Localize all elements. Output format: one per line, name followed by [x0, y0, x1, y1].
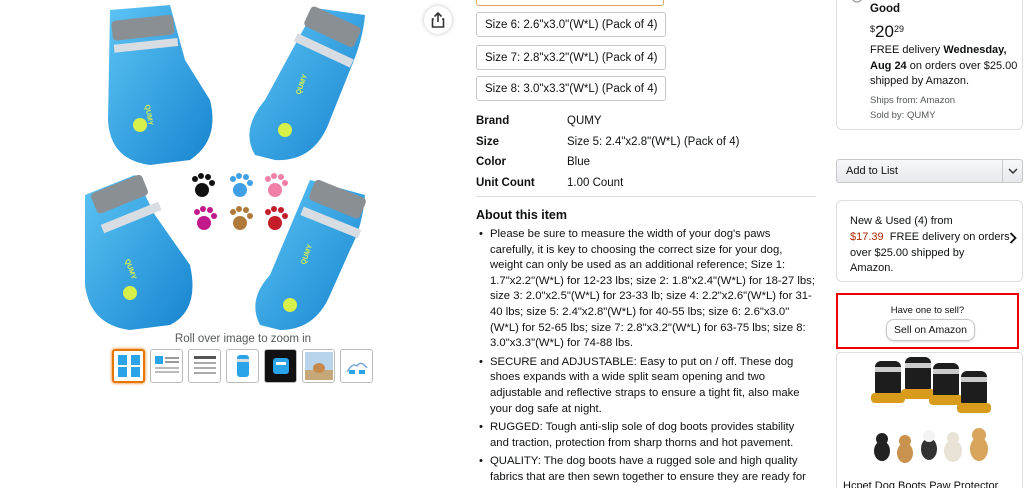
section-divider — [476, 196, 816, 197]
attr-value: Blue — [567, 156, 591, 169]
about-title: About this item — [476, 208, 567, 222]
attr-value: Size 5: 2.4"x2.8"(W*L) (Pack of 4) — [567, 135, 740, 148]
boots-thumb-icon — [117, 355, 140, 377]
attr-key: Size — [476, 135, 500, 148]
chevron-right-icon[interactable] — [1009, 232, 1017, 244]
share-button[interactable] — [424, 6, 452, 34]
used-prefix: New & Used (4) from — [850, 215, 953, 227]
offer-condition: Good — [870, 3, 901, 15]
sole-thumb-icon — [272, 358, 289, 374]
add-to-list-label: Add to List — [846, 165, 898, 177]
price-currency: $ — [870, 24, 876, 34]
thumbnail-3[interactable] — [188, 349, 221, 383]
boot-top-right: QUMY — [249, 6, 365, 161]
ships-info: Ships from: Amazon Sold by: QUMY — [870, 93, 955, 123]
thumbnail-strip — [112, 349, 373, 383]
attr-row-color: Color Blue — [476, 152, 739, 173]
dog-silhouettes — [874, 428, 988, 463]
attr-row-size: Size Size 5: 2.4"x2.8"(W*L) (Pack of 4) — [476, 132, 739, 153]
thumbnail-7[interactable] — [340, 349, 373, 383]
thumbnail-4[interactable] — [226, 349, 259, 383]
chevron-down-icon — [1007, 167, 1018, 174]
thumbnail-5[interactable] — [264, 349, 297, 383]
image-gallery: QUMY QUMY QUMY QUMY Roll over image to z… — [0, 0, 460, 488]
offer-price: $2029 — [870, 22, 904, 42]
sponsored-ad[interactable] — [836, 352, 1023, 488]
about-bullet: QUALITY: The dog boots have a rugged sol… — [476, 454, 816, 488]
dog-boots-illustration: QUMY QUMY QUMY QUMY — [85, 5, 366, 330]
about-bullet: SECURE and ADJUSTABLE: Easy to put on / … — [476, 355, 816, 417]
used-price: $17.39 — [850, 230, 884, 243]
about-bullet: RUGGED: Tough anti-slip sole of dog boot… — [476, 420, 816, 451]
delivery-info: FREE delivery Wednesday, Aug 24 on order… — [870, 43, 1020, 90]
attr-row-unit-count: Unit Count 1.00 Count — [476, 173, 739, 194]
boot-bottom-left: QUMY — [85, 174, 193, 330]
outline-thumb-icon — [345, 362, 368, 374]
sold-by: Sold by: QUMY — [870, 110, 936, 121]
boot-detail-thumb-icon — [236, 355, 249, 377]
new-used-offers-text[interactable]: New & Used (4) from $17.39 FREE delivery… — [850, 214, 1010, 277]
zoom-hint: Roll over image to zoom in — [174, 333, 312, 345]
price-whole: 20 — [875, 22, 894, 41]
thumbnail-2[interactable] — [150, 349, 183, 383]
ships-from: Ships from: Amazon — [870, 95, 956, 106]
add-to-list-dropdown[interactable] — [1002, 160, 1022, 182]
table-thumb-icon — [193, 356, 216, 374]
size-option-6[interactable]: Size 6: 2.6"x3.0"(W*L) (Pack of 4) — [476, 12, 667, 37]
sell-question: Have one to sell? — [890, 305, 965, 316]
attr-key: Color — [476, 156, 507, 169]
size-chart-thumb-icon — [154, 356, 179, 373]
share-icon — [431, 12, 445, 28]
paw-prints — [192, 173, 288, 230]
delivery-prefix: FREE delivery — [870, 44, 944, 56]
thumbnail-6[interactable] — [302, 349, 335, 383]
sell-on-amazon-button[interactable]: Sell on Amazon — [886, 319, 975, 341]
size-option-8[interactable]: Size 8: 3.0"x3.3"(W*L) (Pack of 4) — [476, 76, 667, 101]
main-product-image[interactable]: QUMY QUMY QUMY QUMY — [70, 0, 380, 332]
attr-row-brand: Brand QUMY — [476, 111, 739, 132]
add-to-list-button[interactable]: Add to List — [836, 159, 1023, 183]
attr-value: 1.00 Count — [567, 176, 624, 189]
attr-key: Unit Count — [476, 176, 535, 189]
attr-value: QUMY — [567, 115, 602, 128]
radio-button-icon[interactable] — [851, 0, 863, 4]
dog-photo-thumb-icon — [304, 352, 333, 380]
product-attributes: Brand QUMY Size Size 5: 2.4"x2.8"(W*L) (… — [476, 111, 739, 193]
boot-top-left: QUMY — [108, 5, 213, 165]
thumbnail-1[interactable] — [112, 349, 145, 383]
size-option-7[interactable]: Size 7: 2.8"x3.2"(W*L) (Pack of 4) — [476, 45, 667, 70]
attr-key: Brand — [476, 115, 510, 128]
price-fraction: 29 — [893, 24, 904, 34]
ad-product-image — [871, 357, 991, 463]
boot-bottom-right: QUMY — [255, 179, 366, 330]
ad-title[interactable]: Hcpet Dog Boots Paw Protector — [843, 480, 998, 488]
about-bullets: Please be sure to measure the width of y… — [476, 227, 816, 488]
selected-size-option-edge[interactable] — [476, 0, 664, 6]
about-bullet: Please be sure to measure the width of y… — [476, 227, 816, 352]
